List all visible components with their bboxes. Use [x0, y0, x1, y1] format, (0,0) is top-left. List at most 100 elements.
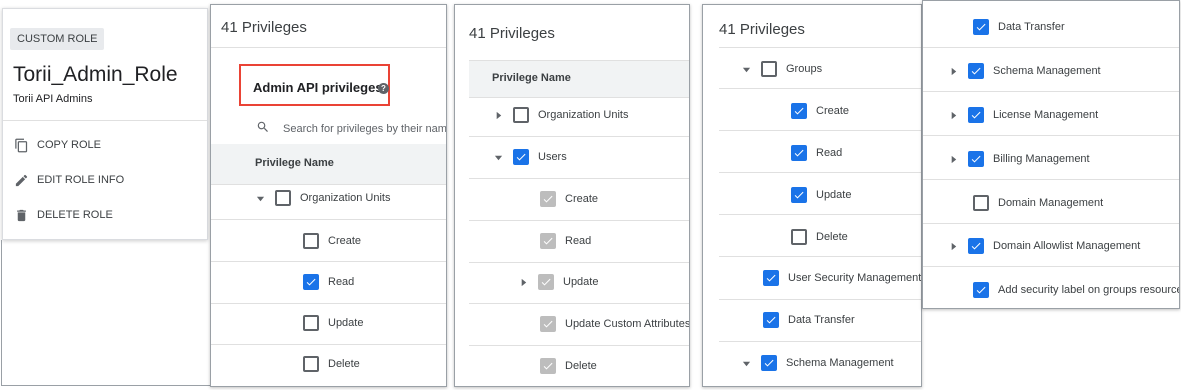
admin-api-privileges-highlight: Admin API privileges ?: [239, 64, 390, 106]
privilege-label: Users: [538, 151, 567, 163]
search-icon: [257, 121, 268, 132]
privilege-checkbox[interactable]: [303, 356, 319, 372]
privilege-checkbox[interactable]: [303, 233, 319, 249]
privilege-checkbox[interactable]: [973, 282, 989, 298]
privilege-label: Add security label on groups resource: [998, 284, 1180, 296]
privilege-label: Delete: [816, 231, 848, 243]
caret-down-icon[interactable]: [493, 152, 503, 162]
privilege-row-add-security-label-on-groups-resource[interactable]: Add security label on groups resource: [973, 282, 1180, 298]
privilege-label: User Security Management: [788, 272, 922, 284]
privilege-label: Groups: [786, 63, 823, 75]
search-input[interactable]: Search for privileges by their nam: [283, 123, 446, 135]
privilege-checkbox[interactable]: [761, 355, 777, 371]
privilege-row-domain-management[interactable]: Domain Management: [973, 195, 1103, 211]
divider: [211, 303, 446, 304]
divider: [923, 223, 1179, 224]
privilege-checkbox[interactable]: [275, 190, 291, 206]
privileges-panel-2: 41 Privileges Privilege Name Organizatio…: [454, 4, 690, 387]
privilege-checkbox[interactable]: [303, 315, 319, 331]
privilege-row-update-custom-attributes[interactable]: Update Custom Attributes: [540, 316, 689, 332]
privilege-checkbox[interactable]: [763, 312, 779, 328]
privilege-checkbox[interactable]: [763, 270, 779, 286]
privilege-label: Data Transfer: [788, 314, 855, 326]
delete-role-button[interactable]: DELETE ROLE: [13, 205, 113, 225]
caret-right-icon[interactable]: [948, 241, 958, 251]
divider: [211, 47, 446, 48]
privilege-row-delete[interactable]: Delete: [303, 356, 360, 372]
caret-down-icon[interactable]: [741, 64, 751, 74]
privilege-row-license-management[interactable]: License Management: [948, 107, 1098, 123]
divider: [469, 220, 689, 221]
privilege-checkbox: [540, 191, 556, 207]
caret-down-icon[interactable]: [741, 358, 751, 368]
pencil-icon: [13, 172, 29, 188]
privileges-count-title: 41 Privileges: [221, 19, 307, 36]
privilege-label: Data Transfer: [998, 21, 1065, 33]
privilege-checkbox[interactable]: [513, 149, 529, 165]
privilege-checkbox[interactable]: [973, 195, 989, 211]
privilege-row-update[interactable]: Update: [791, 187, 851, 203]
privilege-checkbox[interactable]: [968, 107, 984, 123]
privilege-row-billing-management[interactable]: Billing Management: [948, 151, 1090, 167]
privilege-row-delete[interactable]: Delete: [540, 358, 597, 374]
privilege-label: Read: [816, 147, 843, 159]
caret-right-icon[interactable]: [948, 66, 958, 76]
privilege-checkbox[interactable]: [973, 19, 989, 35]
divider: [719, 256, 921, 257]
privileges-count-title: 41 Privileges: [469, 25, 555, 42]
privilege-row-organization-units[interactable]: Organization Units: [493, 107, 629, 123]
privilege-checkbox[interactable]: [791, 103, 807, 119]
divider: [469, 178, 689, 179]
divider: [719, 130, 921, 131]
role-name: Torii_Admin_Role: [13, 63, 178, 86]
role-description: Torii API Admins: [13, 93, 93, 105]
edit-role-info-button[interactable]: EDIT ROLE INFO: [13, 170, 124, 190]
privilege-row-data-transfer[interactable]: Data Transfer: [763, 312, 855, 328]
role-card: CUSTOM ROLE Torii_Admin_Role Torii API A…: [2, 8, 208, 240]
privilege-row-users[interactable]: Users: [493, 149, 567, 165]
privilege-checkbox[interactable]: [968, 63, 984, 79]
privilege-row-groups[interactable]: Groups: [741, 61, 822, 77]
column-header: Privilege Name: [255, 157, 334, 169]
privilege-row-read[interactable]: Read: [303, 274, 354, 290]
caret-right-icon[interactable]: [493, 110, 503, 120]
privilege-checkbox[interactable]: [791, 145, 807, 161]
privilege-row-schema-management[interactable]: Schema Management: [948, 63, 1101, 79]
caret-right-icon[interactable]: [948, 154, 958, 164]
privilege-row-schema-management[interactable]: Schema Management: [741, 355, 894, 371]
privilege-row-update[interactable]: Update: [518, 274, 598, 290]
privilege-row-domain-allowlist-management[interactable]: Domain Allowlist Management: [948, 238, 1140, 254]
privilege-checkbox[interactable]: [791, 187, 807, 203]
privilege-label: Update: [328, 317, 364, 329]
privilege-checkbox[interactable]: [968, 238, 984, 254]
divider: [719, 172, 921, 173]
privilege-checkbox[interactable]: [513, 107, 529, 123]
privilege-row-create[interactable]: Create: [540, 191, 598, 207]
privilege-label: Delete: [328, 358, 360, 370]
privilege-checkbox[interactable]: [968, 151, 984, 167]
privilege-row-create[interactable]: Create: [791, 103, 849, 119]
privilege-row-read[interactable]: Read: [540, 233, 591, 249]
privilege-row-read[interactable]: Read: [791, 145, 842, 161]
divider: [719, 299, 921, 300]
privilege-row-update[interactable]: Update: [303, 315, 363, 331]
delete-role-label: DELETE ROLE: [37, 209, 113, 221]
copy-icon: [13, 137, 29, 153]
copy-role-button[interactable]: COPY ROLE: [13, 135, 101, 155]
caret-right-icon[interactable]: [518, 277, 528, 287]
privilege-checkbox[interactable]: [791, 229, 807, 245]
privilege-checkbox[interactable]: [303, 274, 319, 290]
privilege-row-user-security-management[interactable]: User Security Management: [763, 270, 921, 286]
privilege-checkbox[interactable]: [761, 61, 777, 77]
privilege-row-organization-units[interactable]: Organization Units: [255, 190, 391, 206]
help-icon[interactable]: ?: [378, 83, 389, 94]
privilege-row-data-transfer[interactable]: Data Transfer: [973, 19, 1065, 35]
caret-down-icon[interactable]: [255, 193, 265, 203]
privilege-row-delete[interactable]: Delete: [791, 229, 848, 245]
privilege-label: Update: [563, 276, 599, 288]
privilege-row-create[interactable]: Create: [303, 233, 361, 249]
divider: [719, 88, 921, 89]
privilege-label: Domain Management: [998, 197, 1104, 209]
caret-right-icon[interactable]: [948, 110, 958, 120]
privileges-panel-3: 41 Privileges Groups Create Read Update Dele…: [702, 4, 922, 387]
